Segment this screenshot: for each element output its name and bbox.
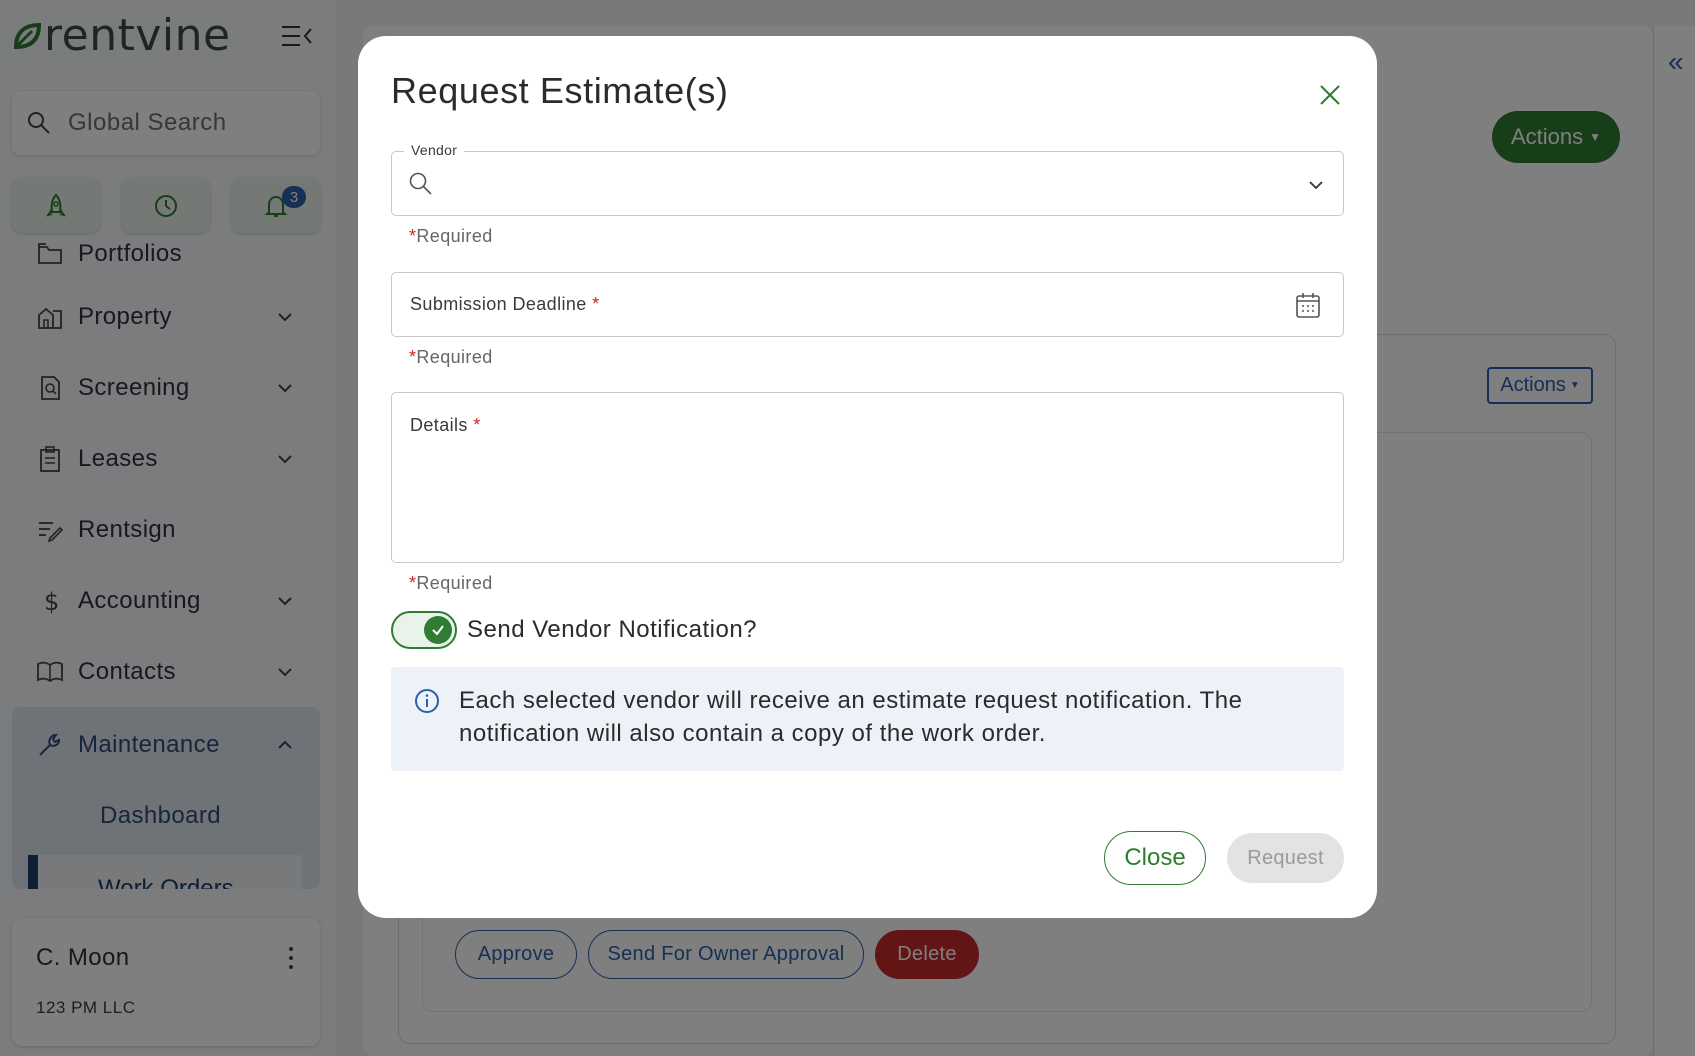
vendor-notification-label: Send Vendor Notification? xyxy=(467,616,758,643)
details-textarea[interactable]: Details * xyxy=(391,392,1344,563)
submission-deadline-input[interactable]: Submission Deadline * xyxy=(391,272,1344,337)
vendor-required-helper: *Required xyxy=(409,226,493,246)
vendor-label: Vendor xyxy=(404,142,465,158)
info-icon xyxy=(415,689,439,713)
vendor-notification-toggle[interactable] xyxy=(391,611,457,649)
search-icon xyxy=(409,172,432,195)
deadline-required-helper: *Required xyxy=(409,347,493,367)
info-message: Each selected vendor will receive an est… xyxy=(459,687,1243,747)
request-estimate-modal: Request Estimate(s) Vendor *Required Sub… xyxy=(358,36,1377,918)
close-button[interactable]: Close xyxy=(1104,831,1206,885)
calendar-icon[interactable] xyxy=(1295,291,1321,319)
toggle-check-icon xyxy=(424,616,452,644)
request-button[interactable]: Request xyxy=(1227,833,1344,883)
close-icon[interactable] xyxy=(1313,78,1347,112)
deadline-label: Submission Deadline * xyxy=(410,294,600,314)
chevron-down-icon xyxy=(1309,181,1323,190)
vendor-select[interactable]: Vendor xyxy=(391,142,1344,216)
details-required-helper: *Required xyxy=(409,573,493,593)
info-alert: Each selected vendor will receive an est… xyxy=(391,667,1344,771)
modal-title: Request Estimate(s) xyxy=(391,70,729,111)
details-label: Details * xyxy=(410,415,481,435)
